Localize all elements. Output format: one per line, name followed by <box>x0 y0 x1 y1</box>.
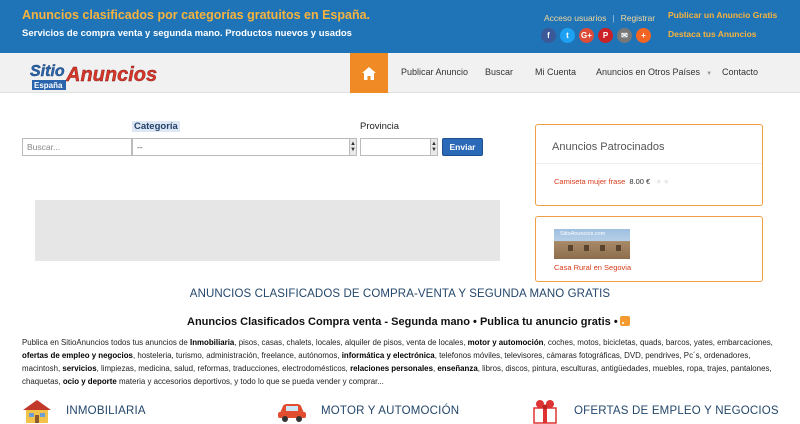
category-select[interactable]: -- ▲ ▼ <box>132 138 357 156</box>
dropdown-arrow-icon: ▲ ▼ <box>430 139 437 155</box>
gift-icon <box>533 399 557 424</box>
top-banner: Anuncios clasificados por categorías gra… <box>0 0 800 53</box>
paragraph-text: materia y accesorios deportivos, y todo … <box>116 377 384 386</box>
nav-my-account[interactable]: Mi Cuenta <box>535 67 576 77</box>
keyword-text: informática y electrónica <box>341 351 435 360</box>
image-watermark: SitioAnuncios.com <box>560 231 606 237</box>
featured-ad-image[interactable]: SitioAnuncios.com <box>554 229 630 259</box>
divider <box>536 163 762 164</box>
car-icon <box>278 403 306 422</box>
pinterest-icon[interactable]: P <box>598 28 613 43</box>
facebook-icon[interactable]: f <box>541 28 556 43</box>
ad-banner-placeholder <box>35 200 500 261</box>
promo-links: Publicar un Anuncio Gratis Destaca tus A… <box>668 10 777 39</box>
keyword-text: enseñanza <box>437 364 478 373</box>
main-subheading: Anuncios Clasificados Compra venta - Seg… <box>187 316 630 328</box>
more-icon[interactable]: + <box>636 28 651 43</box>
rss-icon[interactable] <box>619 316 630 326</box>
nav-other-countries[interactable]: Anuncios en Otros Países ▼ <box>596 67 712 77</box>
featured-ad-caption[interactable]: Casa Rural en Segovia <box>554 263 631 272</box>
nav-other-countries-label: Anuncios en Otros Países <box>596 67 701 77</box>
keyword-text: ocio y deporte <box>62 377 117 386</box>
login-link[interactable]: Acceso usuarios <box>544 13 606 23</box>
province-label: Provincia <box>360 121 400 132</box>
site-logo[interactable]: Sitio Anuncios España <box>28 57 158 91</box>
link-separator: | <box>612 13 615 23</box>
highlight-ads-link[interactable]: Destaca tus Anuncios <box>668 29 777 39</box>
paragraph-text: , hosteleria, turismo, administración, f… <box>132 351 342 360</box>
window-shape <box>568 245 573 251</box>
twitter-icon[interactable]: t <box>560 28 575 43</box>
nav-contact[interactable]: Contacto <box>722 67 758 77</box>
site-tagline: Servicios de compra venta y segunda mano… <box>22 28 352 39</box>
sponsored-ad-name: Camiseta mujer frase <box>554 177 626 186</box>
sponsored-ad-price: 8.00 € <box>629 177 651 186</box>
keyword-text: ofertas de empleo y negocios <box>22 351 133 360</box>
main-subheading-text: Anuncios Clasificados Compra venta - Seg… <box>187 316 618 328</box>
dropdown-arrow-icon: ▲ ▼ <box>349 139 356 155</box>
keyword-text: servicios <box>62 364 97 373</box>
window-shape <box>616 245 621 251</box>
publish-free-ad-link[interactable]: Publicar un Anuncio Gratis <box>668 10 777 20</box>
chevron-down-icon: ▼ <box>706 71 713 77</box>
sponsored-ad-item[interactable]: Camiseta mujer frase 8.00 € ★★ <box>554 177 671 186</box>
email-icon[interactable]: ✉ <box>617 28 632 43</box>
window-shape <box>584 245 589 251</box>
paragraph-text: , coches, motos, bicicletas, quads, barc… <box>543 338 773 347</box>
nav-publish-ad[interactable]: Publicar Anuncio <box>401 67 468 77</box>
search-input[interactable]: Buscar... <box>22 138 132 156</box>
logo-text-espana: España <box>34 81 63 90</box>
nav-home-button[interactable] <box>350 53 388 93</box>
category-select-value: -- <box>137 142 143 152</box>
logo-text-anuncios: Anuncios <box>65 64 157 86</box>
account-links: Acceso usuarios | Registrar <box>544 13 655 23</box>
category-label-empleo: OFERTAS DE EMPLEO Y NEGOCIOS <box>574 404 779 417</box>
keyword-text: relaciones personales <box>350 364 433 373</box>
house-icon <box>23 399 51 423</box>
paragraph-text: , pisos, casas, chalets, locales, alquil… <box>234 338 468 347</box>
category-label-inmobiliaria: INMOBILIARIA <box>66 404 146 417</box>
google-plus-icon[interactable]: G+ <box>579 28 594 43</box>
nav-search[interactable]: Buscar <box>485 67 513 77</box>
sponsored-ads-box: Anuncios Patrocinados Camiseta mujer fra… <box>535 124 763 206</box>
province-select[interactable]: ▲ ▼ <box>360 138 438 156</box>
category-inmobiliaria[interactable]: INMOBILIARIA <box>22 397 146 424</box>
submit-search-button[interactable]: Enviar <box>442 138 483 156</box>
paragraph-text: Publica en SitioAnuncios todos tus anunc… <box>22 338 191 347</box>
category-label-motor: MOTOR Y AUTOMOCIÓN <box>321 404 460 417</box>
category-empleo[interactable]: OFERTAS DE EMPLEO Y NEGOCIOS <box>530 397 779 424</box>
main-navbar: Sitio Anuncios España Publicar Anuncio B… <box>0 53 800 93</box>
intro-paragraph: Publica en SitioAnuncios todos tus anunc… <box>22 336 774 388</box>
rating-stars-icon: ★★ <box>655 177 671 186</box>
window-shape <box>600 245 605 251</box>
category-motor[interactable]: MOTOR Y AUTOMOCIÓN <box>277 397 459 424</box>
home-icon <box>362 66 376 80</box>
sponsored-ads-title: Anuncios Patrocinados <box>552 141 665 153</box>
main-heading: ANUNCIOS CLASIFICADOS DE COMPRA-VENTA Y … <box>189 288 611 300</box>
keyword-text: Inmobiliaria <box>190 338 235 347</box>
social-links: f t G+ P ✉ + <box>541 28 651 43</box>
site-headline: Anuncios clasificados por categorías gra… <box>22 8 371 22</box>
logo-text-sitio: Sitio <box>30 63 65 80</box>
register-link[interactable]: Registrar <box>621 13 655 23</box>
paragraph-text: , limpiezas, medicina, salud, reformas, … <box>96 364 351 373</box>
category-label: Categoría <box>132 121 180 132</box>
featured-ad-box: SitioAnuncios.com Casa Rural en Segovia <box>535 216 763 282</box>
keyword-text: motor y automoción <box>467 338 544 347</box>
